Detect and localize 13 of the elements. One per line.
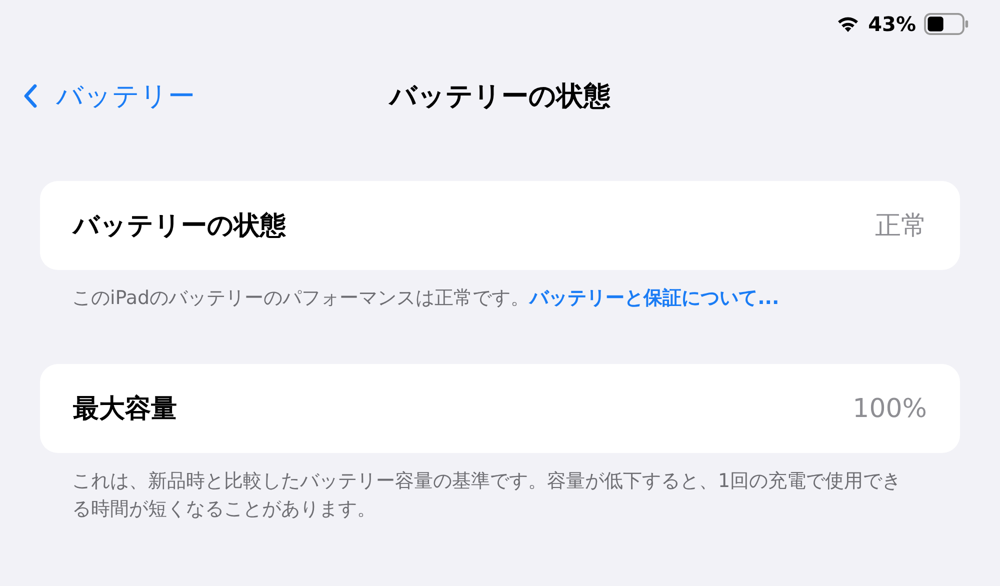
row-label: 最大容量	[73, 393, 177, 426]
info-link[interactable]: バッテリーと保証について...	[530, 287, 780, 309]
footnote-text: これは、新品時と比較したバッテリー容量の基準です。容量が低下すると、1回の充電で使用できる時間が短くなることがあります。	[72, 470, 902, 520]
footnote-text: このiPadのバッテリーのパフォーマンスは正常です。	[72, 287, 530, 309]
battery-icon	[924, 13, 970, 35]
wifi-icon	[836, 15, 860, 33]
battery-percentage: 43%	[868, 12, 916, 36]
page-title: バッテリーの状態	[390, 80, 610, 114]
chevron-left-icon	[24, 84, 38, 108]
row-value: 100%	[852, 394, 927, 424]
back-button[interactable]: バッテリー	[24, 78, 195, 114]
row-value: 正常	[875, 210, 927, 243]
row-label: バッテリーの状態	[73, 210, 286, 243]
